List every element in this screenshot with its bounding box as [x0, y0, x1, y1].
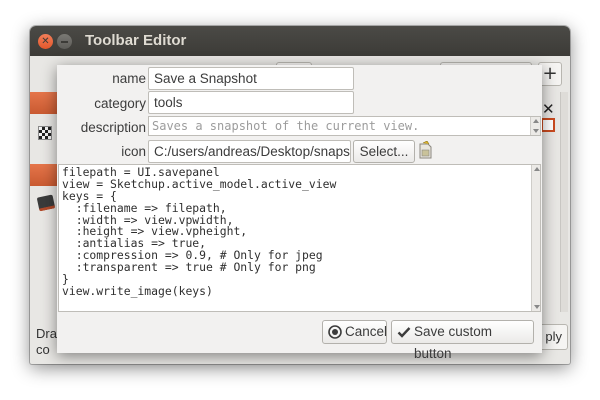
select-icon-button[interactable]: Select... [353, 140, 415, 163]
description-placeholder: Saves a snapshot of the current view. [152, 119, 420, 133]
title-bar: ✕ Toolbar Editor [30, 26, 570, 56]
plus-icon: + [542, 63, 558, 84]
checkerboard-icon [38, 126, 52, 140]
scroll-down-icon [533, 129, 539, 133]
image-file-icon [419, 141, 432, 159]
cancel-icon [328, 325, 342, 339]
icon-path-input[interactable]: C:/users/andreas/Desktop/snapsh [148, 140, 351, 163]
code-line: view.write_image(keys) [62, 283, 213, 298]
list-header-strip [30, 92, 58, 114]
checkmark-icon [397, 327, 411, 338]
name-label: name [112, 71, 146, 86]
close-icon: ✕ [41, 36, 50, 47]
remove-icon[interactable]: ✕ [542, 100, 555, 118]
description-scrollbar[interactable] [530, 117, 540, 135]
custom-button-dialog: name Save a Snapshot category tools desc… [57, 65, 542, 361]
code-scrollbar[interactable] [531, 165, 540, 311]
name-input[interactable]: Save a Snapshot [148, 67, 354, 90]
scroll-up-icon [533, 119, 539, 123]
window-close-button[interactable]: ✕ [38, 34, 53, 49]
description-input[interactable]: Saves a snapshot of the current view. [148, 116, 541, 136]
category-input[interactable]: tools [148, 91, 354, 114]
window-title: Toolbar Editor [85, 32, 187, 49]
code-line: view = Sketchup.active_model.active_view [62, 176, 337, 191]
cancel-button[interactable]: Cancel [322, 320, 387, 344]
list-header-strip [30, 164, 58, 186]
save-custom-button[interactable]: Save custom button [391, 320, 534, 361]
description-label: description [80, 120, 146, 135]
window-minimize-button[interactable] [57, 34, 72, 49]
edit-icon[interactable] [541, 118, 555, 132]
code-lines: filepath = UI.savepanel view = Sketchup.a… [62, 166, 537, 298]
category-label: category [94, 96, 146, 111]
code-line: :transparent => true # Only for png [62, 260, 316, 275]
tool-icon [36, 194, 56, 212]
scroll-down-icon [534, 305, 540, 309]
hint-text: Dra co [36, 326, 57, 357]
code-editor[interactable]: filepath = UI.savepanel view = Sketchup.a… [58, 164, 541, 312]
minimize-icon [61, 41, 68, 43]
icon-label: icon [121, 144, 146, 159]
list-scrollbar[interactable] [560, 92, 568, 312]
scroll-up-icon [534, 167, 540, 171]
cancel-label: Cancel [345, 324, 388, 339]
